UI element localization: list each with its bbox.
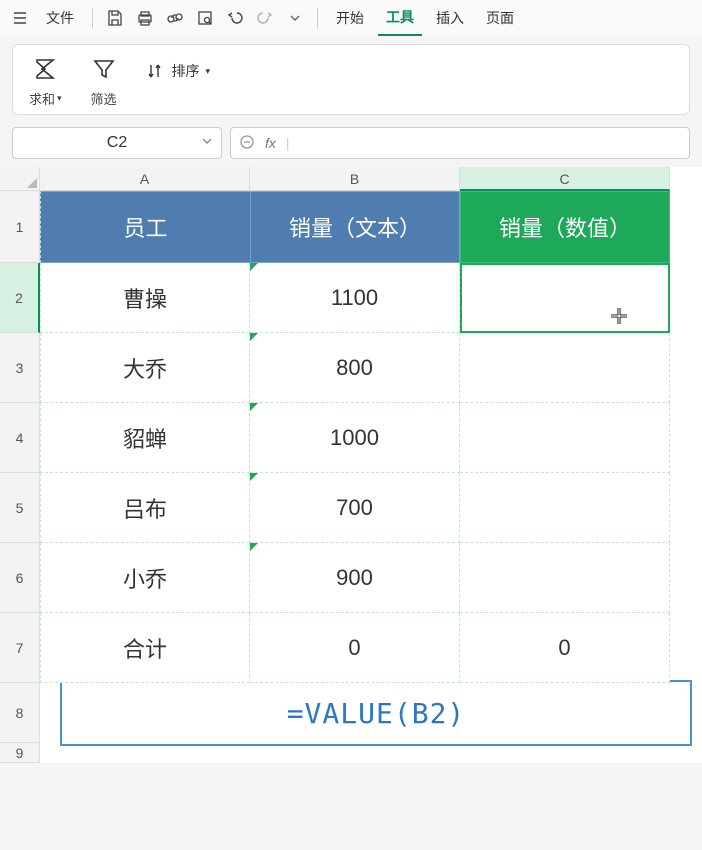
row-header-8[interactable]: 8 bbox=[0, 683, 40, 743]
preview-icon[interactable] bbox=[193, 6, 217, 30]
tab-page[interactable]: 页面 bbox=[478, 0, 522, 36]
name-box[interactable]: C2 bbox=[12, 127, 222, 159]
chevron-down-icon: ▾ bbox=[206, 66, 211, 77]
chevron-down-icon: ▾ bbox=[57, 93, 62, 104]
cell-b2[interactable]: 1100 bbox=[250, 263, 460, 333]
cell-c3[interactable] bbox=[460, 333, 670, 403]
cell-c4[interactable] bbox=[460, 403, 670, 473]
cell-b7[interactable]: 0 bbox=[250, 613, 460, 683]
column-headers: A B C bbox=[0, 167, 702, 191]
column-header-c[interactable]: C bbox=[460, 167, 670, 191]
sum-label: 求和 bbox=[29, 89, 55, 108]
save-icon[interactable] bbox=[103, 6, 127, 30]
cell-c5[interactable] bbox=[460, 473, 670, 543]
row-header-7[interactable]: 7 bbox=[0, 613, 40, 683]
cell-c6[interactable] bbox=[460, 543, 670, 613]
select-all-corner[interactable] bbox=[0, 167, 40, 191]
cell-c1[interactable]: 销量（数值） bbox=[460, 191, 670, 263]
row-header-5[interactable]: 5 bbox=[0, 473, 40, 543]
menubar: 文件 开始 工具 插入 页面 bbox=[0, 0, 702, 36]
formula-bar[interactable]: fx | bbox=[230, 127, 690, 159]
cell-b1[interactable]: 销量（文本） bbox=[250, 191, 460, 263]
tab-insert[interactable]: 插入 bbox=[428, 0, 472, 36]
divider bbox=[317, 8, 318, 28]
hamburger-icon[interactable] bbox=[8, 6, 32, 30]
cell-a1[interactable]: 员工 bbox=[40, 191, 250, 263]
formula-display-box: =VALUE(B2) bbox=[60, 680, 692, 746]
cell-c7[interactable]: 0 bbox=[460, 613, 670, 683]
fx-icon[interactable]: fx bbox=[265, 135, 276, 151]
cursor-plus-icon bbox=[610, 307, 628, 325]
column-header-b[interactable]: B bbox=[250, 167, 460, 191]
divider bbox=[92, 8, 93, 28]
sort-button[interactable]: 排序 ▾ bbox=[146, 61, 211, 81]
row-header-2[interactable]: 2 bbox=[0, 263, 40, 333]
cell-c2[interactable] bbox=[460, 263, 670, 333]
name-box-value: C2 bbox=[107, 134, 127, 152]
cell-a3[interactable]: 大乔 bbox=[40, 333, 250, 403]
print-icon[interactable] bbox=[133, 6, 157, 30]
cell-a4[interactable]: 貂蝉 bbox=[40, 403, 250, 473]
sum-button[interactable]: 求和▾ bbox=[29, 55, 62, 108]
cell-a5[interactable]: 吕布 bbox=[40, 473, 250, 543]
cancel-icon[interactable] bbox=[239, 134, 255, 153]
row-header-4[interactable]: 4 bbox=[0, 403, 40, 473]
filter-button[interactable]: 筛选 bbox=[90, 55, 118, 108]
undo-icon[interactable] bbox=[223, 6, 247, 30]
spreadsheet-grid: A B C 1 员工 销量（文本） 销量（数值） 2 曹操 1100 3 大乔 … bbox=[0, 167, 702, 763]
file-menu[interactable]: 文件 bbox=[38, 0, 82, 36]
filter-label: 筛选 bbox=[91, 89, 117, 108]
row-header-3[interactable]: 3 bbox=[0, 333, 40, 403]
cell-b6[interactable]: 900 bbox=[250, 543, 460, 613]
chevron-down-icon[interactable] bbox=[201, 134, 213, 152]
ribbon: 求和▾ 筛选 排序 ▾ bbox=[12, 44, 690, 115]
cell-a2[interactable]: 曹操 bbox=[40, 263, 250, 333]
row-header-9[interactable]: 9 bbox=[0, 743, 40, 763]
sort-label: 排序 bbox=[172, 61, 200, 81]
cell-a6[interactable]: 小乔 bbox=[40, 543, 250, 613]
row-header-6[interactable]: 6 bbox=[0, 543, 40, 613]
cell-a7[interactable]: 合计 bbox=[40, 613, 250, 683]
cell-b4[interactable]: 1000 bbox=[250, 403, 460, 473]
link-icon[interactable] bbox=[163, 6, 187, 30]
tab-tools[interactable]: 工具 bbox=[378, 0, 422, 36]
row-header-1[interactable]: 1 bbox=[0, 191, 40, 263]
column-header-a[interactable]: A bbox=[40, 167, 250, 191]
more-dropdown-icon[interactable] bbox=[283, 6, 307, 30]
formula-display-text: =VALUE(B2) bbox=[287, 697, 466, 730]
formula-cursor: | bbox=[286, 135, 290, 151]
tab-start[interactable]: 开始 bbox=[328, 0, 372, 36]
cell-b3[interactable]: 800 bbox=[250, 333, 460, 403]
namebox-row: C2 fx | bbox=[0, 123, 702, 165]
redo-icon[interactable] bbox=[253, 6, 277, 30]
cell-b5[interactable]: 700 bbox=[250, 473, 460, 543]
